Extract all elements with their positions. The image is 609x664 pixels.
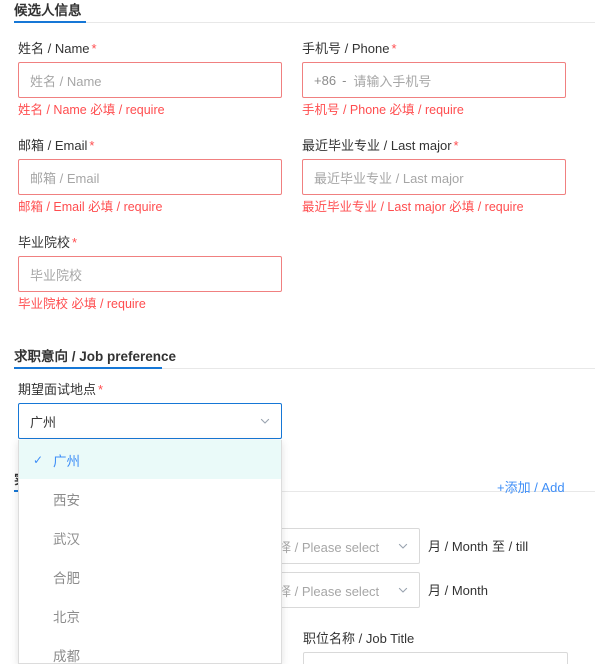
chevron-down-icon [398, 585, 408, 595]
input-last-major-placeholder: 最近毕业专业 / Last major [314, 170, 464, 186]
section-header-candidate-info: 候选人信息 [0, 2, 609, 26]
section-title-job-preference: 求职意向 / Job preference [14, 349, 177, 364]
field-phone: 手机号 / Phone * +86 - 请输入手机号 手机号 / Phone 必填… [302, 40, 566, 118]
input-email-placeholder: 邮箱 / Email [30, 170, 100, 186]
field-job-title: 职位名称 / Job Title 职位名称 / Job Title [303, 630, 568, 664]
check-icon: ✓ [33, 452, 44, 467]
section-title-candidate-info: 候选人信息 [14, 3, 82, 18]
dropdown-option[interactable]: ✓ 广州 [19, 440, 281, 479]
dropdown-option-label: 成都 [53, 648, 80, 664]
field-interview-city: 期望面试地点 * 广州 [18, 381, 282, 439]
error-phone: 手机号 / Phone 必填 / require [302, 103, 464, 117]
end-month-unit: 月 / Month [428, 583, 488, 598]
label-school: 毕业院校 * [18, 234, 282, 251]
label-email-text: 邮箱 / Email [18, 138, 88, 153]
label-job-title: 职位名称 / Job Title [303, 631, 415, 646]
input-job-title[interactable]: 职位名称 / Job Title [303, 652, 568, 664]
check-icon-placeholder: ✓ [33, 492, 47, 506]
label-last-major-text: 最近毕业专业 / Last major [302, 138, 452, 153]
input-phone-placeholder: 请输入手机号 [353, 73, 432, 89]
input-last-major[interactable]: 最近毕业专业 / Last major [302, 159, 566, 195]
dropdown-option-label: 西安 [53, 492, 80, 508]
label-name-text: 姓名 / Name [18, 41, 90, 56]
field-name: 姓名 / Name * 姓名 / Name 姓名 / Name 必填 / requ… [18, 40, 282, 118]
chevron-down-icon [260, 416, 270, 426]
label-school-text: 毕业院校 [18, 235, 71, 250]
phone-country-code[interactable]: +86 [314, 73, 336, 88]
dropdown-interview-city[interactable]: ✓ 广州 ✓ 西安 ✓ 武汉 ✓ 合肥 ✓ 北京 ✓ 成都 [18, 440, 282, 664]
select-interview-city[interactable]: 广州 [18, 403, 282, 439]
required-asterisk: * [91, 41, 97, 56]
dropdown-option-label: 北京 [53, 609, 80, 625]
check-icon-placeholder: ✓ [33, 609, 47, 623]
dropdown-option[interactable]: ✓ 北京 [19, 596, 281, 635]
dropdown-option[interactable]: ✓ 成都 [19, 635, 281, 664]
dropdown-option[interactable]: ✓ 西安 [19, 479, 281, 518]
required-asterisk: * [72, 235, 78, 250]
dropdown-option-label: 合肥 [53, 570, 80, 586]
input-school[interactable]: 毕业院校 [18, 256, 282, 292]
label-interview-city-text: 期望面试地点 [18, 382, 97, 397]
select-interview-city-value: 广州 [30, 414, 57, 430]
section-underline-job-preference [14, 367, 162, 369]
dropdown-option-label: 广州 [53, 453, 80, 469]
dropdown-option[interactable]: ✓ 合肥 [19, 557, 281, 596]
label-phone: 手机号 / Phone * [302, 40, 566, 57]
dropdown-option-label: 武汉 [53, 531, 80, 547]
required-asterisk: * [98, 382, 104, 397]
label-phone-text: 手机号 / Phone [302, 41, 390, 56]
error-school: 毕业院校 必填 / require [18, 297, 146, 311]
required-asterisk: * [391, 41, 397, 56]
input-name[interactable]: 姓名 / Name [18, 62, 282, 98]
input-email[interactable]: 邮箱 / Email [18, 159, 282, 195]
section-underline-candidate [14, 21, 86, 23]
input-school-placeholder: 毕业院校 [30, 267, 83, 283]
label-interview-city: 期望面试地点 * [18, 381, 282, 398]
required-asterisk: * [89, 138, 95, 153]
start-month-unit: 月 / Month [428, 539, 488, 554]
input-name-placeholder: 姓名 / Name [30, 73, 102, 89]
error-last-major: 最近毕业专业 / Last major 必填 / require [302, 200, 524, 214]
label-last-major: 最近毕业专业 / Last major * [302, 137, 566, 154]
check-icon-placeholder: ✓ [33, 570, 47, 584]
section-header-job-preference: 求职意向 / Job preference [0, 348, 609, 372]
date-range-till: 至 / till [492, 539, 529, 554]
error-email: 邮箱 / Email 必填 / require [18, 200, 163, 214]
check-icon-placeholder: ✓ [33, 531, 47, 545]
section-divider-candidate [14, 22, 595, 23]
field-school: 毕业院校 * 毕业院校 毕业院校 必填 / require [18, 234, 282, 312]
field-email: 邮箱 / Email * 邮箱 / Email 邮箱 / Email 必填 / r… [18, 137, 282, 215]
label-name: 姓名 / Name * [18, 40, 282, 57]
label-email: 邮箱 / Email * [18, 137, 282, 154]
check-icon-placeholder: ✓ [33, 648, 47, 662]
error-name: 姓名 / Name 必填 / require [18, 103, 165, 117]
field-last-major: 最近毕业专业 / Last major * 最近毕业专业 / Last major… [302, 137, 566, 215]
input-job-title-placeholder: 职位名称 / Job Title [315, 661, 426, 664]
phone-separator: - [342, 72, 347, 88]
add-internship-link[interactable]: +添加 / Add [497, 477, 565, 496]
input-phone[interactable]: +86 - 请输入手机号 [302, 62, 566, 98]
required-asterisk: * [453, 138, 459, 153]
chevron-down-icon [398, 541, 408, 551]
dropdown-option[interactable]: ✓ 武汉 [19, 518, 281, 557]
application-form-page: 候选人信息 姓名 / Name * 姓名 / Name 姓名 / Name 必填 … [0, 0, 609, 664]
